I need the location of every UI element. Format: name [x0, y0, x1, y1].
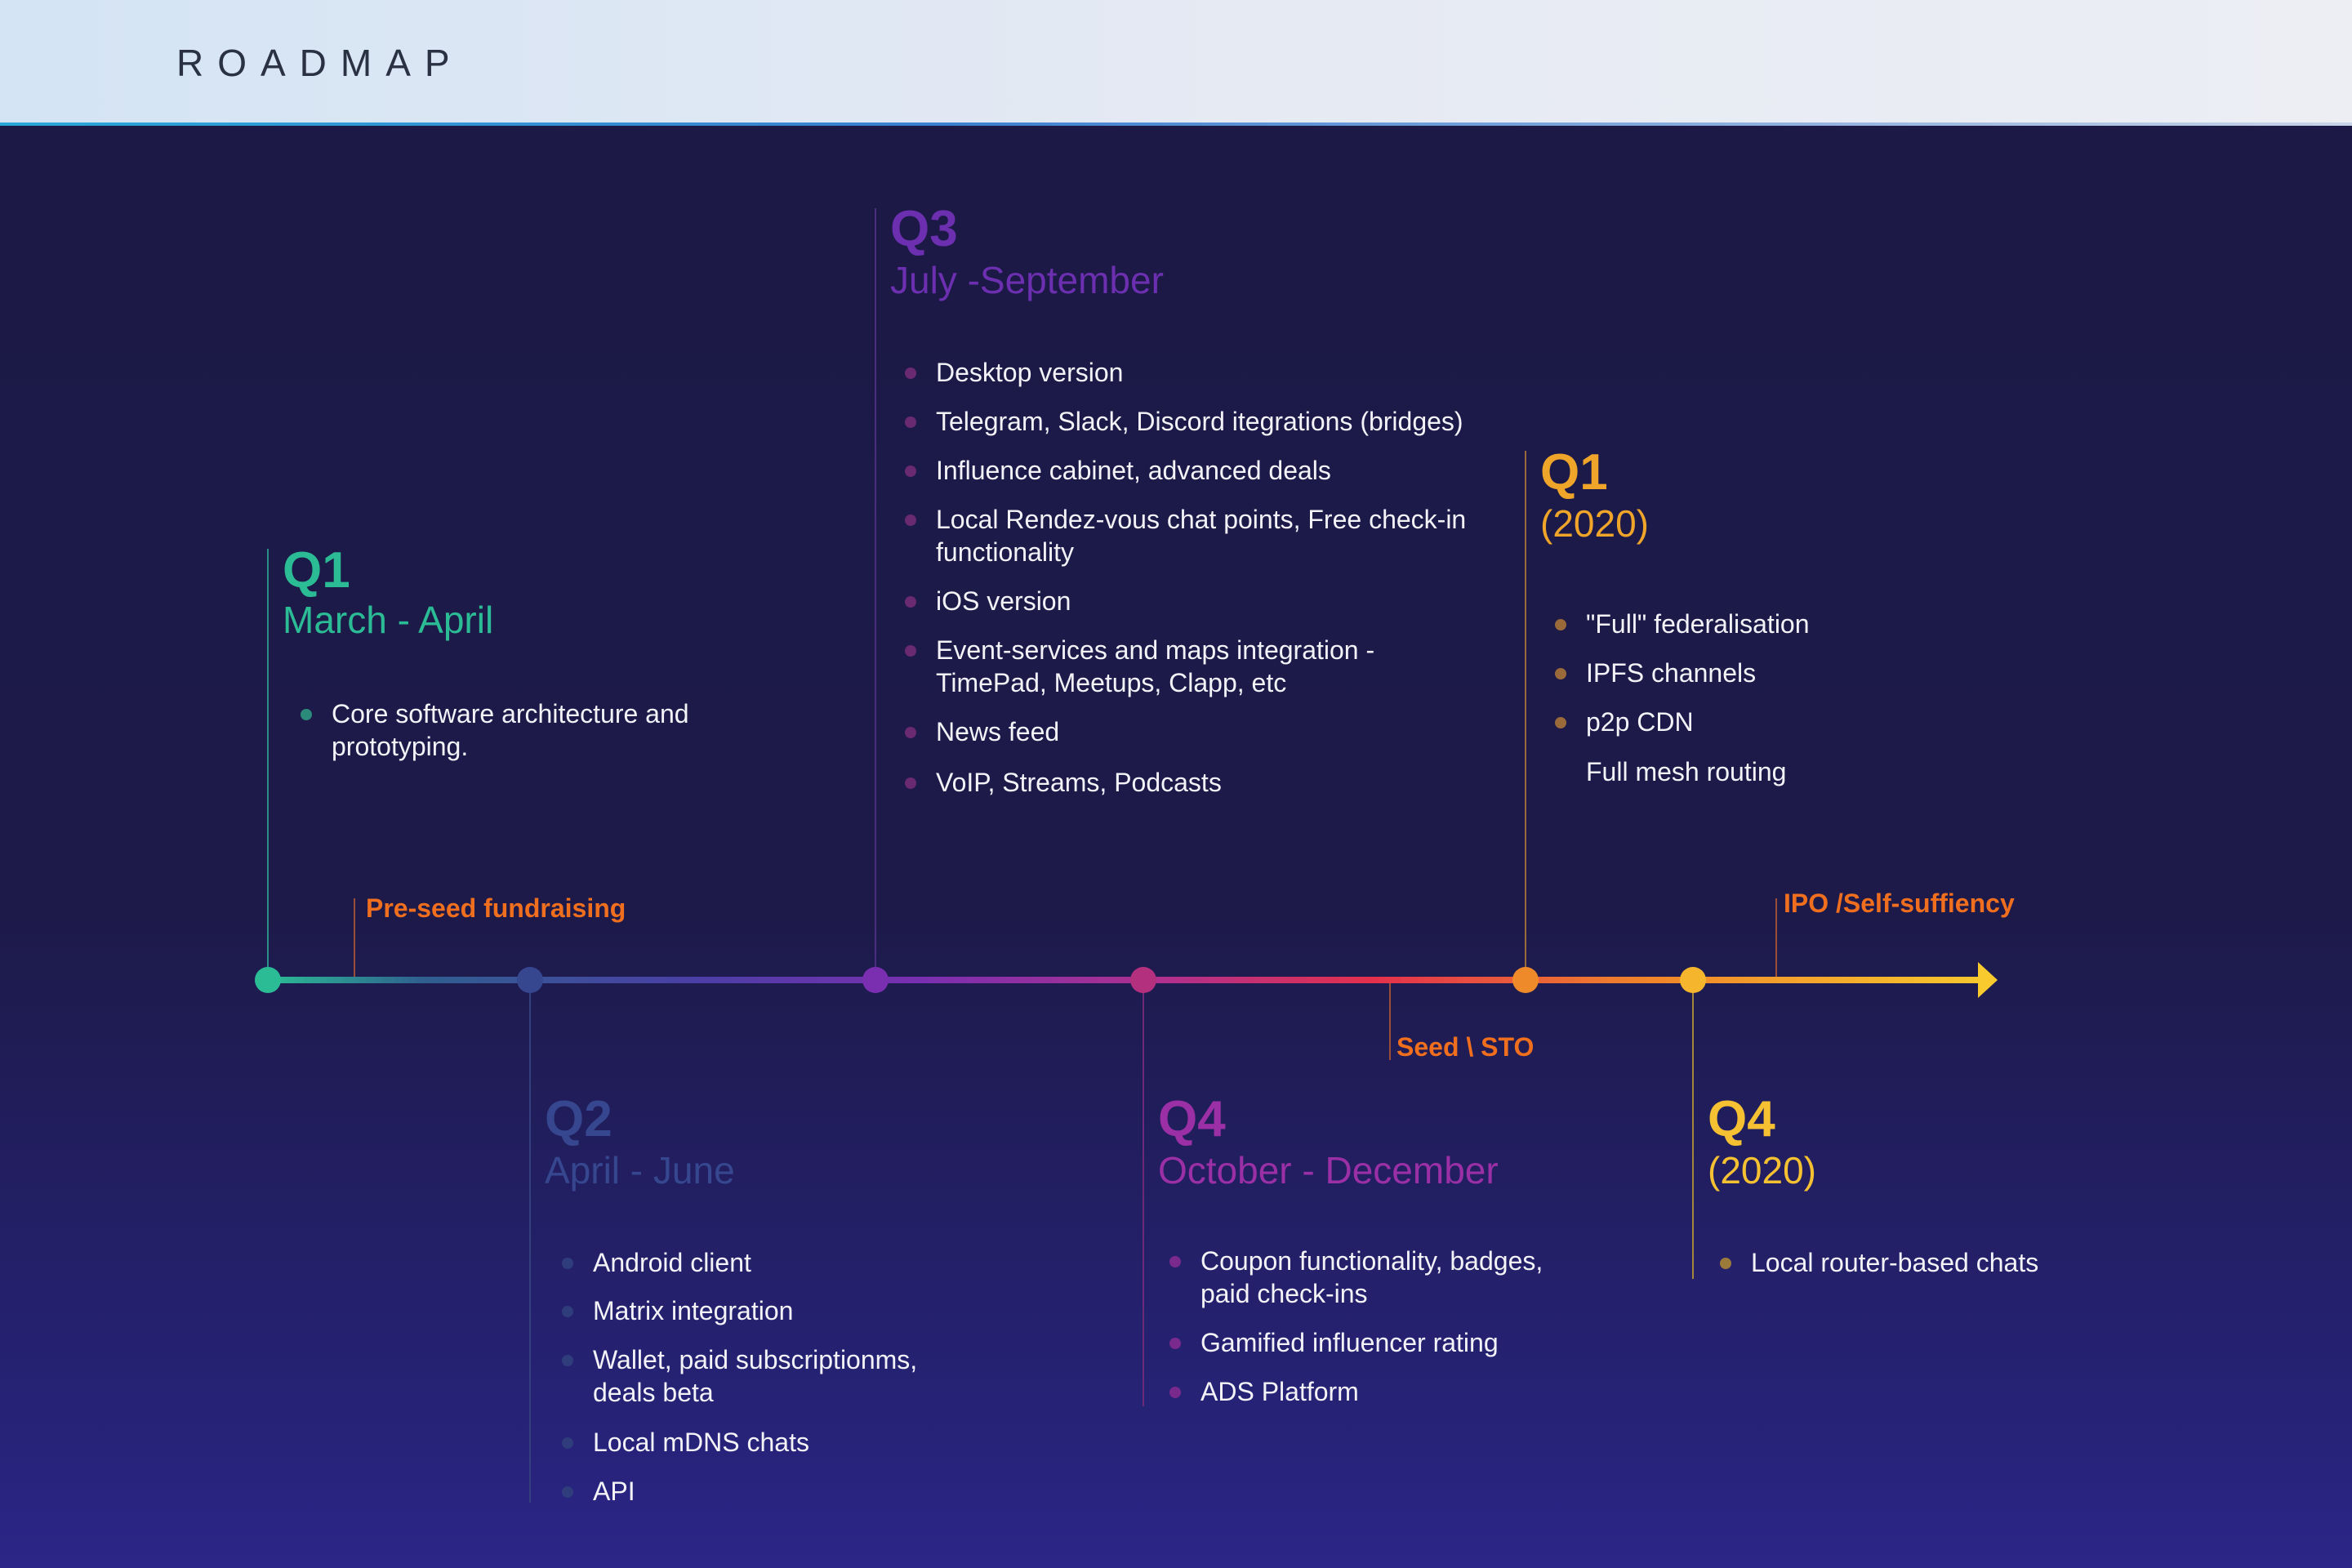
list-item: News feed — [905, 715, 1466, 748]
list-item-no-bullet: Full mesh routing — [1555, 755, 1810, 788]
list-item: VoIP, Streams, Podcasts — [905, 766, 1466, 799]
q1-title: Q1 — [283, 542, 350, 599]
list-item: Wallet, paid subscriptionms, deals beta — [562, 1343, 917, 1409]
bullet-dot — [1555, 717, 1566, 728]
list-item-text: Wallet, paid subscriptionms, deals beta — [593, 1345, 918, 1407]
bullet-dot — [562, 1306, 573, 1317]
bullet-dot — [905, 777, 916, 789]
list-item: Coupon functionality, badges, paid check-… — [1169, 1245, 1543, 1310]
q1-2020-title: Q1 — [1540, 444, 1608, 501]
bullet-dot — [1169, 1338, 1181, 1349]
bullet-dot — [562, 1486, 573, 1498]
q3-title: Q3 — [890, 201, 958, 257]
q4-title: Q4 — [1158, 1091, 1226, 1147]
list-item-text: Local mDNS chats — [593, 1428, 809, 1457]
q1-period: March - April — [283, 599, 494, 641]
bullet-dot — [562, 1355, 573, 1366]
bullet-dot — [905, 466, 916, 477]
list-item-text: Gamified influencer rating — [1200, 1328, 1499, 1357]
q3-item-list: Desktop version Telegram, Slack, Discord … — [905, 356, 1466, 799]
q3-period: July -September — [890, 259, 1164, 301]
list-item-text: ADS Platform — [1200, 1377, 1359, 1406]
milestone-seed-sto: Seed \ STO — [1396, 1032, 1535, 1062]
bullet-dot — [1169, 1256, 1181, 1267]
q4-2020-node — [1680, 967, 1706, 993]
q2-node — [517, 967, 543, 993]
bullet-dot — [905, 645, 916, 657]
list-item-text: Matrix integration — [593, 1296, 794, 1325]
list-item: Desktop version — [905, 356, 1466, 389]
milestone-ipo: IPO /Self-suffiency — [1784, 889, 2015, 918]
list-item-text: Local Rendez-vous chat points, Free chec… — [936, 505, 1467, 567]
list-item: Local Rendez-vous chat points, Free chec… — [905, 503, 1466, 568]
list-item-text: Local router-based chats — [1751, 1248, 2039, 1277]
q1-2020-node — [1512, 967, 1539, 993]
bullet-dot — [1720, 1258, 1731, 1269]
list-item: ADS Platform — [1169, 1375, 1543, 1408]
q1-2020-period: (2020) — [1540, 502, 1649, 545]
list-item-text: News feed — [936, 717, 1060, 746]
bullet-dot — [905, 416, 916, 428]
bullet-dot — [1555, 668, 1566, 679]
list-item: Android client — [562, 1246, 917, 1279]
bullet-dot — [905, 727, 916, 738]
list-item-text: p2p CDN — [1586, 707, 1694, 737]
q2-period: April - June — [545, 1149, 735, 1192]
list-item-text: Android client — [593, 1248, 751, 1277]
q1-node — [255, 967, 281, 993]
list-item-text: VoIP, Streams, Podcasts — [936, 768, 1222, 797]
q4-period: October - December — [1158, 1149, 1499, 1192]
list-item: Local mDNS chats — [562, 1426, 917, 1459]
q4-2020-period: (2020) — [1708, 1149, 1816, 1192]
q1-item-list: Core software architecture and prototypin… — [301, 697, 689, 763]
list-item-text: Telegram, Slack, Discord itegrations (br… — [936, 407, 1463, 436]
list-item: iOS version — [905, 585, 1466, 617]
list-item: p2p CDN — [1555, 706, 1810, 738]
list-item: Influence cabinet, advanced deals — [905, 454, 1466, 487]
list-item: Event-services and maps integration - Tim… — [905, 634, 1466, 699]
q4-node — [1130, 967, 1156, 993]
bullet-dot — [905, 514, 916, 526]
list-item-text: API — [593, 1477, 635, 1506]
milestone-pre-seed: Pre-seed fundraising — [366, 893, 626, 923]
bullet-dot — [562, 1437, 573, 1449]
list-item-text: Core software architecture and prototypin… — [332, 699, 689, 761]
list-item: API — [562, 1475, 917, 1508]
list-item: Core software architecture and prototypin… — [301, 697, 689, 763]
list-item-text: "Full" federalisation — [1586, 609, 1810, 639]
list-item: IPFS channels — [1555, 657, 1810, 689]
bullet-dot — [1555, 619, 1566, 630]
list-item-text: Desktop version — [936, 358, 1124, 387]
bullet-dot — [1169, 1387, 1181, 1398]
list-item: Local router-based chats — [1720, 1246, 2038, 1279]
q2-title: Q2 — [545, 1091, 612, 1147]
bullet-dot — [562, 1258, 573, 1269]
q4-2020-title: Q4 — [1708, 1091, 1775, 1147]
list-item: Gamified influencer rating — [1169, 1326, 1543, 1359]
list-item-text: Influence cabinet, advanced deals — [936, 456, 1331, 485]
q1-2020-item-list: "Full" federalisation IPFS channels p2p CD… — [1555, 608, 1810, 788]
list-item: Telegram, Slack, Discord itegrations (br… — [905, 405, 1466, 438]
q2-item-list: Android client Matrix integration Wallet, … — [562, 1246, 917, 1508]
list-item: "Full" federalisation — [1555, 608, 1810, 640]
list-item: Matrix integration — [562, 1294, 917, 1327]
list-item-text: Coupon functionality, badges, paid check-… — [1200, 1246, 1544, 1308]
q3-node — [862, 967, 889, 993]
bullet-dot — [905, 368, 916, 379]
list-item-text: iOS version — [936, 586, 1071, 616]
list-item-text: Full mesh routing — [1586, 757, 1787, 786]
bullet-dot — [301, 709, 312, 720]
list-item-text: IPFS channels — [1586, 658, 1757, 688]
bullet-dot — [905, 596, 916, 608]
list-item-text: Event-services and maps integration - Tim… — [936, 635, 1375, 697]
timeline-arrowhead — [1978, 962, 1998, 998]
q4-item-list: Coupon functionality, badges, paid check-… — [1169, 1245, 1543, 1408]
q4-2020-item-list: Local router-based chats — [1720, 1246, 2038, 1279]
